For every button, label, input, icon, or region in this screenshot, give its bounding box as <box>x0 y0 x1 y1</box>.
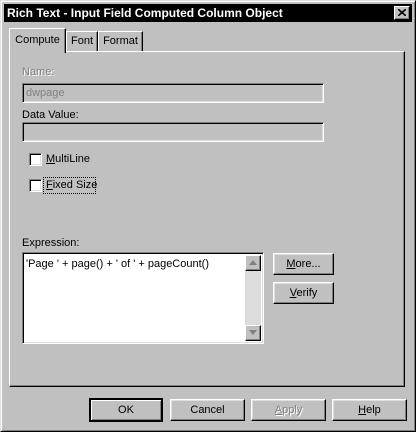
tab-font-label: Font <box>70 35 93 47</box>
scroll-up-button[interactable] <box>245 255 261 271</box>
name-label: Name: <box>22 66 55 78</box>
cancel-button[interactable]: Cancel <box>170 399 245 421</box>
tab-compute[interactable]: Compute <box>9 28 66 53</box>
scroll-down-button[interactable] <box>245 325 261 341</box>
verify-button[interactable]: Verify <box>273 282 334 304</box>
multiline-checkbox[interactable] <box>29 153 42 166</box>
cancel-button-label: Cancel <box>190 404 225 416</box>
name-value: dwpage <box>26 87 65 99</box>
ok-button[interactable]: OK <box>89 398 163 422</box>
expression-text: 'Page ' + page() + ' of ' + pageCount() <box>26 258 209 270</box>
expression-label: Expression: <box>22 237 80 249</box>
more-button[interactable]: More... <box>273 253 334 275</box>
tab-font[interactable]: Font <box>66 31 98 51</box>
close-button[interactable] <box>394 6 410 20</box>
expression-textarea[interactable]: 'Page ' + page() + ' of ' + pageCount() <box>22 252 264 344</box>
data-value-field <box>22 122 324 142</box>
apply-button-label: Apply <box>274 404 303 416</box>
fixed-size-checkbox[interactable] <box>29 179 42 192</box>
arrow-up-icon <box>249 260 257 265</box>
name-field: dwpage <box>22 83 324 103</box>
help-button-label: Help <box>358 404 381 416</box>
title-bar[interactable]: Rich Text - Input Field Computed Column … <box>4 4 412 22</box>
multiline-label-accel: M <box>46 153 56 165</box>
ok-button-label: OK <box>118 404 134 416</box>
data-value-label: Data Value: <box>22 109 79 121</box>
fixed-size-label-post: ixed Size <box>52 179 98 191</box>
window-title: Rich Text - Input Field Computed Column … <box>7 6 283 20</box>
help-button[interactable]: Help <box>332 399 407 421</box>
tab-compute-label: Compute <box>15 34 60 46</box>
tab-format[interactable]: Format <box>98 31 143 51</box>
expression-scrollbar[interactable] <box>245 255 261 341</box>
close-icon <box>398 9 406 16</box>
fixed-size-label-accel: F <box>46 179 53 191</box>
multiline-label-post: ultiLine <box>55 153 91 165</box>
apply-button[interactable]: Apply <box>251 399 326 421</box>
arrow-down-icon <box>249 330 257 335</box>
fixed-size-label[interactable]: Fixed Size <box>46 179 97 191</box>
tab-format-label: Format <box>103 35 138 47</box>
multiline-label[interactable]: MultiLine <box>46 153 90 165</box>
more-button-label: More... <box>286 258 321 270</box>
verify-button-label: Verify <box>289 287 318 299</box>
